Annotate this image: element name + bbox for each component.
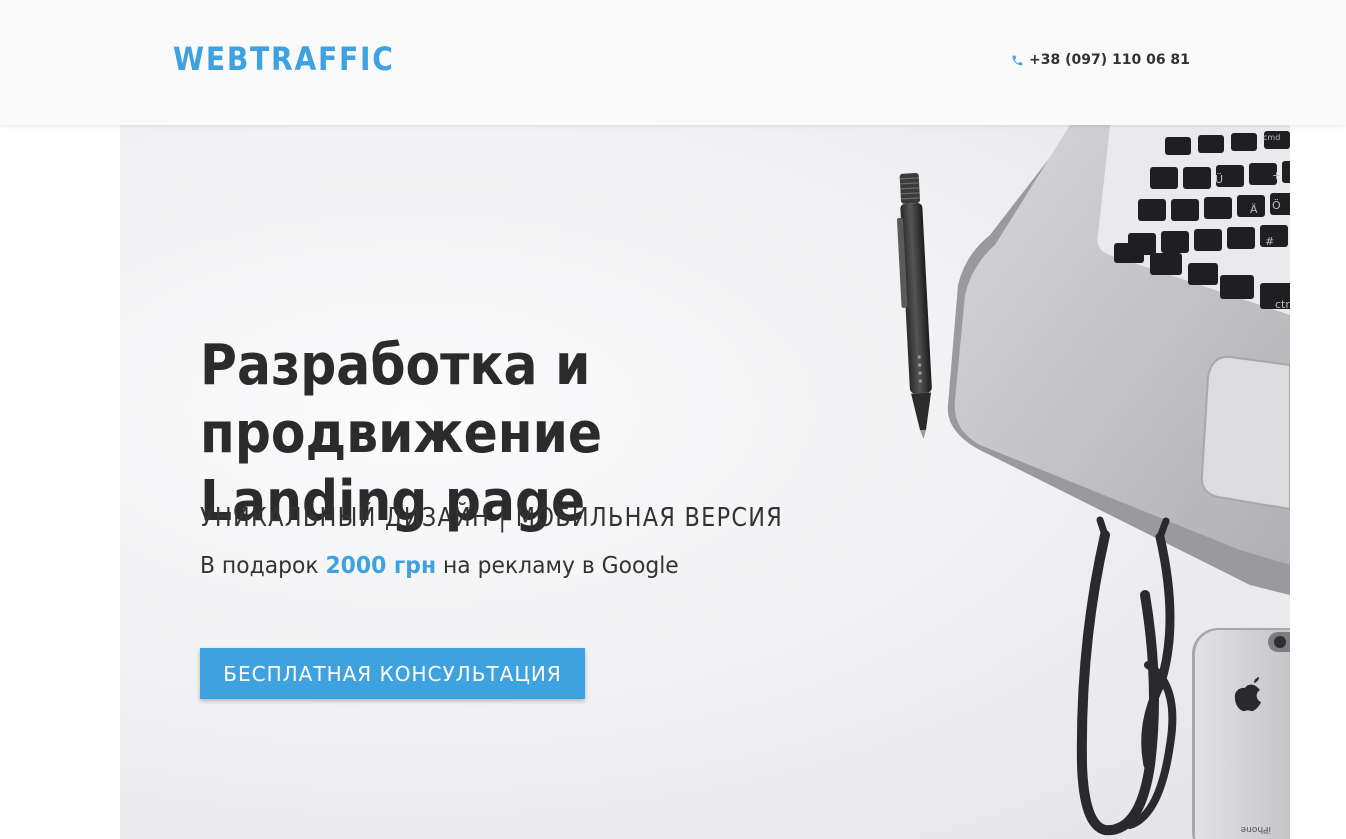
phone-icon (1012, 55, 1023, 65)
svg-text:#: # (1265, 235, 1274, 248)
hero-title-line1: Разработка и продвижение (200, 333, 603, 466)
hero-subtitle: УНИКАЛЬНЫЙ ДИЗАЙН | МОБИЛЬНАЯ ВЕРСИЯ (200, 503, 784, 533)
svg-text:cmd: cmd (1263, 133, 1280, 142)
gift-text: В подарок 2000 грн на рекламу в Google (200, 553, 679, 579)
gift-text-before: В подарок (200, 553, 326, 579)
glasses-image (1076, 516, 1177, 836)
site-header: WEBTRAFFIC +38 (097) 110 06 81 (0, 0, 1346, 125)
svg-text:Ü: Ü (1215, 173, 1223, 186)
free-consultation-button[interactable]: БЕСПЛАТНАЯ КОНСУЛЬТАЦИЯ (200, 648, 585, 699)
svg-text:+: + (1272, 169, 1281, 182)
svg-text:Ä: Ä (1250, 203, 1258, 216)
svg-text:Ö: Ö (1272, 199, 1281, 212)
phone-number: +38 (097) 110 06 81 (1029, 52, 1190, 68)
logo[interactable]: WEBTRAFFIC (173, 40, 395, 78)
phone-link[interactable]: +38 (097) 110 06 81 (1011, 52, 1190, 68)
iphone-image: iPhone (1192, 628, 1290, 839)
gift-amount: 2000 грн (325, 553, 437, 579)
hero-section: Ü Ä + # ctrl Ö cmd (120, 125, 1290, 839)
laptop-image: Ü Ä + # ctrl Ö cmd (947, 125, 1290, 595)
gift-text-after: на рекламу в Google (436, 553, 679, 579)
svg-text:iPhone: iPhone (1240, 824, 1271, 834)
svg-text:ctrl: ctrl (1275, 298, 1290, 311)
